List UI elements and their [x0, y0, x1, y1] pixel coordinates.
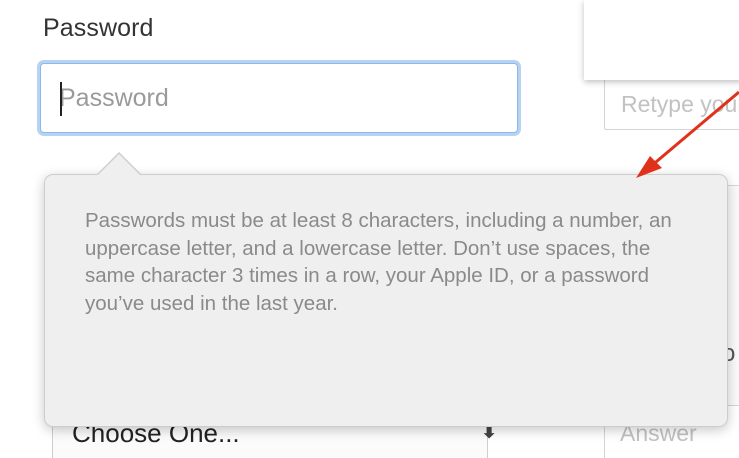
- screenshot-stage: o Choose One... ⬍ Answer Password Passwo…: [0, 0, 739, 458]
- password-input[interactable]: [40, 63, 518, 133]
- password-requirements-text: Passwords must be at least 8 characters,…: [85, 209, 672, 315]
- text-caret: [60, 82, 62, 116]
- retype-password-input[interactable]: [604, 78, 739, 130]
- password-label: Password: [43, 14, 154, 42]
- overlay-panel: [584, 0, 739, 80]
- password-requirements-tooltip: Passwords must be at least 8 characters,…: [44, 174, 728, 427]
- tooltip-arrow-fill: [98, 154, 140, 175]
